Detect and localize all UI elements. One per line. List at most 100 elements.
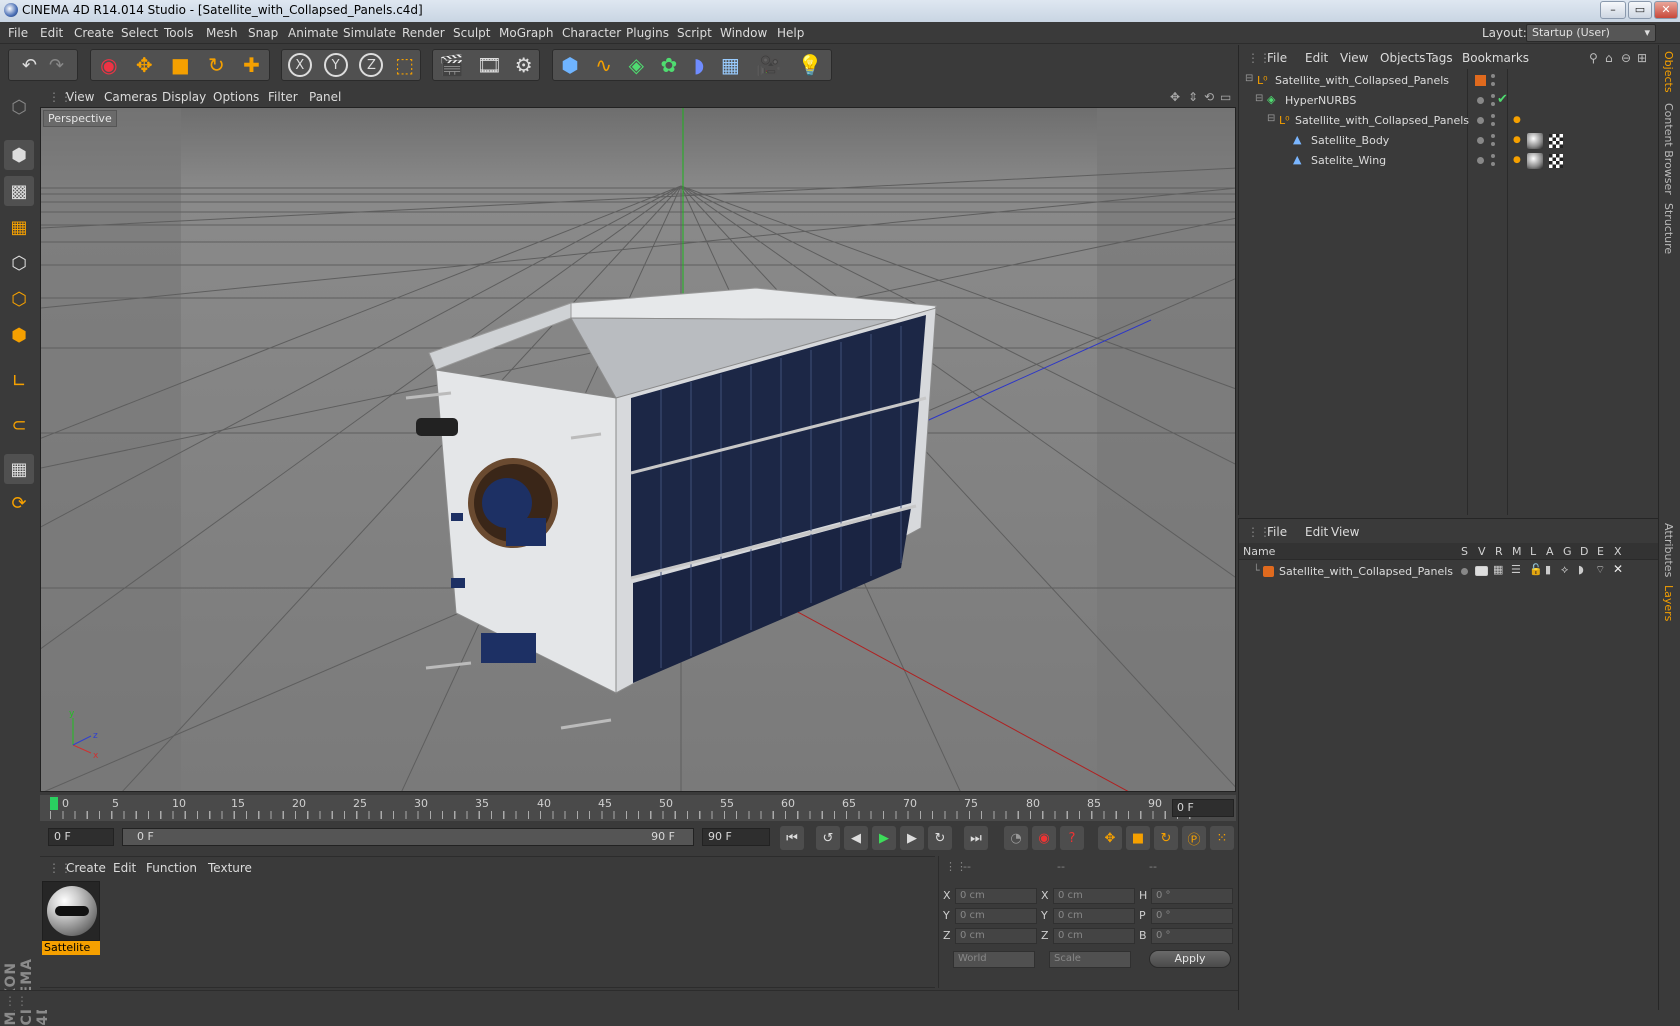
search-icon[interactable]: ⚲: [1589, 51, 1598, 65]
x-axis-icon[interactable]: X: [287, 53, 312, 77]
object-row-hypernurbs[interactable]: ⊟ ◈ HyperNURBS ✔: [1239, 91, 1659, 111]
animation-toggle-icon[interactable]: ▮: [1545, 563, 1551, 576]
current-frame-field[interactable]: 0 F: [1172, 799, 1234, 817]
layer-col-generators[interactable]: G: [1563, 545, 1572, 558]
size-z-field[interactable]: 0 cm: [1053, 928, 1135, 944]
y-axis-icon[interactable]: Y: [323, 53, 348, 77]
move-icon[interactable]: ✥: [136, 53, 153, 77]
playhead-marker[interactable]: [50, 797, 58, 810]
layer-col-manager[interactable]: M: [1512, 545, 1522, 558]
spline-icon[interactable]: ∿: [595, 53, 612, 77]
go-to-end-icon[interactable]: ⏭: [964, 826, 988, 850]
solo-toggle[interactable]: [1461, 568, 1468, 575]
xref-toggle-icon[interactable]: ✕: [1613, 562, 1623, 576]
viewport-menu-filter[interactable]: Filter: [268, 90, 298, 104]
layer-col-render[interactable]: R: [1495, 545, 1503, 558]
autokey-icon[interactable]: ◉: [1032, 826, 1056, 850]
undo-icon[interactable]: ↶: [22, 55, 37, 76]
uvw-tag-icon[interactable]: [1549, 134, 1563, 148]
deformer-toggle-icon[interactable]: ◗: [1578, 563, 1584, 576]
add-icon[interactable]: ✚: [243, 53, 260, 77]
position-z-field[interactable]: 0 cm: [955, 928, 1037, 944]
layer-col-xref[interactable]: X: [1614, 545, 1622, 558]
previous-key-icon[interactable]: ↺: [816, 826, 840, 850]
material-thumbnail[interactable]: [42, 881, 100, 941]
polygons-mode-icon[interactable]: ⬢: [4, 320, 34, 350]
viewport-rotate-icon[interactable]: ⟲: [1204, 90, 1214, 104]
layer-col-expressions[interactable]: E: [1597, 545, 1604, 558]
home-icon[interactable]: ⌂: [1605, 51, 1613, 65]
z-axis-icon[interactable]: Z: [359, 53, 384, 77]
layer-col-deformers[interactable]: D: [1580, 545, 1588, 558]
tab-attributes[interactable]: Attributes: [1662, 523, 1675, 577]
layer-col-solo[interactable]: S: [1461, 545, 1468, 558]
frame-range-slider[interactable]: 0 F 90 F: [122, 828, 694, 846]
object-row-body[interactable]: ▲ Satellite_Body ●: [1239, 131, 1659, 151]
menu-window[interactable]: Window: [720, 26, 767, 40]
key-scale-icon[interactable]: ■: [1126, 826, 1150, 850]
render-toggle-icon[interactable]: ▦: [1493, 563, 1503, 576]
start-frame-field[interactable]: 0 F: [48, 828, 114, 846]
nurbs-icon[interactable]: ◈: [629, 53, 644, 77]
workplane-icon[interactable]: ▦: [4, 212, 34, 242]
objects-menu-tags[interactable]: Tags: [1426, 51, 1453, 65]
maximize-button[interactable]: ▭: [1628, 1, 1652, 19]
object-row-wing[interactable]: ▲ Satelite_Wing ●: [1239, 151, 1659, 171]
model-mode-icon[interactable]: ⬢: [4, 140, 34, 170]
filter-icon[interactable]: ⊖: [1621, 51, 1631, 65]
phong-tag-icon[interactable]: ●: [1513, 135, 1521, 145]
viewport-menu-options[interactable]: Options: [213, 90, 259, 104]
menu-edit[interactable]: Edit: [40, 26, 63, 40]
scale-icon[interactable]: ■: [171, 53, 190, 77]
object-row-group[interactable]: ⊟ L⁰ Satellite_with_Collapsed_Panels ●: [1239, 111, 1659, 131]
render-view-icon[interactable]: 🎬: [439, 53, 464, 77]
material-name[interactable]: Sattelite: [42, 941, 100, 955]
menu-help[interactable]: Help: [777, 26, 804, 40]
menu-script[interactable]: Script: [677, 26, 712, 40]
points-mode-icon[interactable]: ⬡: [4, 248, 34, 278]
objects-menu-objects[interactable]: Objects: [1380, 51, 1425, 65]
tab-structure[interactable]: Structure: [1662, 203, 1675, 254]
close-button[interactable]: ✕: [1654, 1, 1678, 19]
live-selection-icon[interactable]: ◉: [100, 53, 117, 77]
layer-col-animation[interactable]: A: [1546, 545, 1554, 558]
keyframe-selection-icon[interactable]: ?: [1060, 826, 1084, 850]
position-x-field[interactable]: 0 cm: [955, 888, 1037, 904]
coordinate-mode-select[interactable]: World: [953, 951, 1035, 968]
key-parameter-icon[interactable]: Ⓟ: [1182, 826, 1206, 850]
layer-col-locked[interactable]: L: [1530, 545, 1536, 558]
transform-mode-select[interactable]: Scale: [1049, 951, 1131, 968]
menu-plugins[interactable]: Plugins: [626, 26, 669, 40]
menu-select[interactable]: Select: [121, 26, 158, 40]
viewport-menu-panel[interactable]: Panel: [309, 90, 341, 104]
layers-menu-view[interactable]: View: [1331, 525, 1359, 539]
deformer-icon[interactable]: ◗: [694, 53, 705, 77]
phong-tag-icon[interactable]: ●: [1513, 115, 1521, 125]
viewport-maximize-icon[interactable]: ▭: [1220, 90, 1231, 104]
sculpt-icon[interactable]: ⟳: [4, 488, 34, 518]
material-menu-texture[interactable]: Texture: [208, 861, 252, 875]
texture-mode-icon[interactable]: ▩: [4, 176, 34, 206]
menu-mesh[interactable]: Mesh: [206, 26, 238, 40]
viewport-zoom-icon[interactable]: ⇕: [1188, 90, 1198, 104]
manager-toggle-icon[interactable]: ☰: [1511, 563, 1521, 576]
material-tag-icon[interactable]: [1527, 133, 1543, 149]
object-row-root[interactable]: ⊟ L⁰ Satellite_with_Collapsed_Panels: [1239, 71, 1659, 91]
material-menu-edit[interactable]: Edit: [113, 861, 136, 875]
snap-grid-icon[interactable]: ▦: [4, 454, 34, 484]
previous-frame-icon[interactable]: ◀: [844, 826, 868, 850]
menu-render[interactable]: Render: [402, 26, 445, 40]
render-picture-viewer-icon[interactable]: 🎞: [477, 53, 502, 77]
size-x-field[interactable]: 0 cm: [1053, 888, 1135, 904]
rotate-icon[interactable]: ↻: [208, 53, 225, 77]
camera-icon[interactable]: 🎥: [756, 53, 781, 77]
objects-menu-file[interactable]: File: [1267, 51, 1287, 65]
viewport-move-icon[interactable]: ✥: [1170, 90, 1180, 104]
magnet-icon[interactable]: ⊂: [4, 410, 34, 440]
objects-menu-edit[interactable]: Edit: [1305, 51, 1328, 65]
menu-sculpt[interactable]: Sculpt: [453, 26, 490, 40]
floor-icon[interactable]: ▦: [721, 53, 740, 77]
key-position-icon[interactable]: ✥: [1098, 826, 1122, 850]
render-settings-icon[interactable]: ⚙: [515, 53, 533, 77]
menu-mograph[interactable]: MoGraph: [499, 26, 554, 40]
